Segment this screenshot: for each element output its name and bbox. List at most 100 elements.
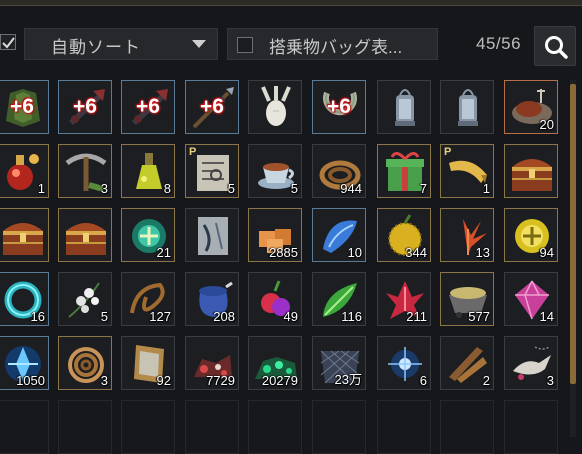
mount-bag-filter[interactable]: 搭乗物バッグ表... (227, 28, 438, 60)
inventory-slot[interactable]: P1 (440, 144, 494, 198)
inventory-slot[interactable]: 3 (58, 336, 112, 390)
inventory-slot[interactable]: 10 (312, 208, 366, 262)
inventory-slot[interactable] (440, 80, 494, 134)
item-quantity: 94 (539, 245, 554, 260)
inventory-slot[interactable]: 7 (377, 144, 431, 198)
empty-slot[interactable] (0, 400, 49, 454)
inventory-slot[interactable]: 127 (121, 272, 175, 326)
item-quantity: 7 (419, 181, 427, 196)
item-quantity: 577 (468, 309, 490, 324)
window-top-edge (0, 0, 582, 6)
item-quantity: 3 (100, 373, 108, 388)
inventory-slot[interactable]: P5 (185, 144, 239, 198)
pet-tag: P (189, 146, 197, 158)
inventory-slot[interactable] (248, 80, 302, 134)
inventory-slot[interactable]: 14 (504, 272, 558, 326)
item-quantity: 7729 (206, 373, 235, 388)
item-quantity: 92 (156, 373, 171, 388)
item-quantity: 211 (406, 309, 427, 324)
item-quantity: 13 (475, 245, 490, 260)
item-quantity: 5 (100, 309, 108, 324)
empty-slot[interactable] (185, 400, 239, 454)
lantern-icon (395, 89, 415, 126)
item-quantity: 6 (419, 373, 427, 388)
inventory-slot[interactable]: 344 (377, 208, 431, 262)
treasure-chest-icon (3, 223, 43, 255)
empty-slot[interactable] (440, 400, 494, 454)
inventory-slot[interactable]: +6 (312, 80, 366, 134)
search-icon (545, 36, 568, 59)
inventory-slot[interactable]: 1 (0, 144, 49, 198)
inventory-slot[interactable]: 5 (248, 144, 302, 198)
inventory-slot[interactable]: 6 (377, 336, 431, 390)
mount-bag-filter-label: 搭乗物バッグ表... (269, 38, 403, 57)
item-quantity: 5 (290, 181, 298, 196)
inventory-slot[interactable]: 20279 (248, 336, 302, 390)
empty-slot[interactable] (58, 400, 112, 454)
empty-slot[interactable] (248, 400, 302, 454)
inventory-slot[interactable] (504, 144, 558, 198)
inventory-slot[interactable] (185, 208, 239, 262)
item-quantity: 1050 (16, 373, 45, 388)
inventory-slot[interactable]: +6 (0, 80, 49, 134)
inventory-slot[interactable]: 92 (121, 336, 175, 390)
inventory-slot[interactable]: +6 (58, 80, 112, 134)
empty-slot[interactable] (377, 400, 431, 454)
inventory-slot[interactable]: 16 (0, 272, 49, 326)
sort-dropdown[interactable]: 自動ソート (24, 28, 218, 60)
search-button[interactable] (534, 26, 576, 66)
empty-slot[interactable] (504, 400, 558, 454)
select-all-checkbox[interactable] (0, 34, 16, 50)
item-quantity: 1 (37, 181, 45, 196)
mount-bag-checkbox[interactable] (237, 37, 253, 53)
inventory-slot[interactable]: 8 (121, 144, 175, 198)
item-quantity: 3 (100, 181, 108, 196)
treasure-chest-icon (66, 223, 106, 255)
inventory-slot[interactable]: 7729 (185, 336, 239, 390)
empty-slot[interactable] (312, 400, 366, 454)
enhancement-level: +6 (73, 95, 97, 118)
enhancement-level: +6 (136, 95, 160, 118)
check-icon (2, 37, 15, 49)
treasure-chest-icon (512, 159, 552, 191)
inventory-slot[interactable]: 3 (58, 144, 112, 198)
item-quantity: 1 (482, 181, 490, 196)
enhancement-level: +6 (327, 95, 351, 118)
slot-count: 45/56 (476, 34, 522, 53)
inventory-slot[interactable]: 13 (440, 208, 494, 262)
inventory-slot[interactable]: 49 (248, 272, 302, 326)
inventory-slot[interactable]: 577 (440, 272, 494, 326)
inventory-slot[interactable]: 23万 (312, 336, 366, 390)
inventory-slot[interactable]: 5 (58, 272, 112, 326)
empty-slot[interactable] (121, 400, 175, 454)
item-quantity: 344 (405, 245, 427, 260)
inventory-slot[interactable] (377, 80, 431, 134)
scrollbar-thumb[interactable] (570, 84, 576, 384)
item-quantity: 944 (340, 181, 362, 196)
inventory-slot[interactable] (58, 208, 112, 262)
inventory-slot[interactable]: 21 (121, 208, 175, 262)
item-quantity: 208 (213, 309, 235, 324)
inventory-slot[interactable]: 94 (504, 208, 558, 262)
inventory-slot[interactable]: 20 (504, 80, 558, 134)
item-quantity: 49 (283, 309, 298, 324)
item-quantity: 16 (30, 309, 45, 324)
inventory-slot[interactable] (0, 208, 49, 262)
enhancement-level: +6 (10, 95, 34, 118)
inventory-slot[interactable]: 211 (377, 272, 431, 326)
item-quantity: 5 (227, 181, 235, 196)
item-quantity: 10 (347, 245, 362, 260)
inventory-slot[interactable]: 3 (504, 336, 558, 390)
inventory-slot[interactable]: +6 (185, 80, 239, 134)
inventory-slot[interactable]: 116 (312, 272, 366, 326)
inventory-slot[interactable]: 944 (312, 144, 366, 198)
item-quantity: 20 (539, 117, 554, 132)
inventory-slot[interactable]: +6 (121, 80, 175, 134)
inventory-slot[interactable]: 2885 (248, 208, 302, 262)
inventory-slot[interactable]: 208 (185, 272, 239, 326)
item-quantity: 3 (546, 373, 554, 388)
item-quantity: 20279 (261, 373, 298, 388)
inventory-slot[interactable]: 2 (440, 336, 494, 390)
pet-tag: P (444, 146, 452, 158)
inventory-slot[interactable]: 1050 (0, 336, 49, 390)
